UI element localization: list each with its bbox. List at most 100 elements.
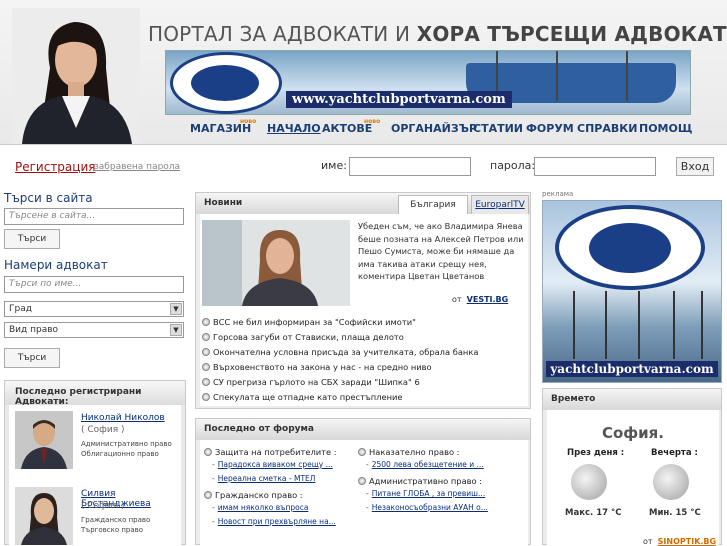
tab-bulgaria[interactable]: България <box>398 195 468 214</box>
site-search-button[interactable]: Търси <box>4 229 60 249</box>
weather-min-temp: Мин. 15 °C <box>649 508 701 518</box>
password-label: парола: <box>490 159 536 172</box>
news-item-label: Горсова загуби от Стависки, плаща делото <box>213 332 404 342</box>
moon-icon <box>653 464 689 500</box>
law-type-select[interactable]: Вид право ▼ <box>4 322 184 338</box>
tab-europarltv[interactable]: EuroparlTV <box>471 195 529 214</box>
news-item-label: СУ прегриза гърлото на СБХ заради "Шипка… <box>213 377 420 387</box>
forum-post-link[interactable]: - имам няколко въпроса <box>212 503 308 512</box>
bullet-icon <box>202 318 210 326</box>
news-item[interactable]: Окончателна условна присъда за учителкат… <box>202 347 478 357</box>
lawyer-field: Търговско право <box>81 526 144 534</box>
forum-post-link[interactable]: - Питане ГЛОБА , за превиш... <box>366 489 485 498</box>
username-label: име: <box>321 159 347 172</box>
yacht-club-ad[interactable]: yachtclubportvarna.com <box>542 200 722 383</box>
lawyer-avatar[interactable] <box>15 487 73 545</box>
moon-icon <box>571 464 607 500</box>
news-item-label: Върховенството на закона у нас - на сред… <box>213 362 432 372</box>
news-title: Новини <box>204 198 243 208</box>
forum-category-label: Гражданско право : <box>215 490 303 500</box>
yacht-club-banner[interactable]: www.yachtclubportvarna.com <box>165 50 691 115</box>
forum-post-label: Новост при прехвърляне на... <box>217 517 336 526</box>
news-item-label: ВСС не бил информиран за "Софийски имоти… <box>213 317 416 327</box>
forum-post-label: Незаконосъобразни АУАН о... <box>371 503 488 512</box>
news-source-link[interactable]: VESTI.BG <box>467 295 509 304</box>
banner-url: www.yachtclubportvarna.com <box>286 91 512 108</box>
news-item-label: Окончателна условна присъда за учителкат… <box>213 347 479 357</box>
register-link[interactable]: Регистрация <box>15 160 95 174</box>
weather-title: Времето <box>543 389 721 410</box>
find-lawyer-title: Намери адвокат <box>4 258 108 272</box>
bullet-icon <box>202 333 210 341</box>
lawyer-name-input[interactable]: Търси по име... <box>4 276 184 293</box>
forum-post-link[interactable]: - Новост при прехвърляне на... <box>212 517 336 526</box>
chevron-down-icon: ▼ <box>170 303 182 315</box>
news-panel: Новини България EuroparlTV Убеден съм, ч… <box>195 192 531 409</box>
bullet-icon <box>202 393 210 401</box>
nav-help[interactable]: ПОМОЩ <box>639 122 692 135</box>
forum-category[interactable]: Защита на потребителите : <box>204 447 337 457</box>
news-item[interactable]: СУ прегриза гърлото на СБХ заради "Шипка… <box>202 377 420 387</box>
news-source: от VESTI.BG <box>452 295 508 304</box>
forum-post-label: Питане ГЛОБА , за превиш... <box>371 489 486 498</box>
news-item-label: Спекулата ще отпадне като престъпление <box>213 392 403 402</box>
forgot-password-link[interactable]: забравена парола <box>94 162 180 172</box>
weather-evening-label: Вечерта : <box>651 448 698 458</box>
forum-post-label: имам няколко въпроса <box>217 503 309 512</box>
forum-category[interactable]: Наказателно право : <box>358 447 459 457</box>
lawyer-avatar[interactable] <box>15 411 73 469</box>
yacht-club-logo <box>170 52 282 114</box>
forum-post-label: 2500 лева обезщетение и ... <box>371 460 484 469</box>
bullet-icon <box>358 477 366 485</box>
recent-lawyers-panel: Последно регистрирани Адвокати: Николай … <box>4 380 186 546</box>
lawyer-name[interactable]: Николай Николов <box>81 413 165 423</box>
site-search-input[interactable]: Търсене в сайта... <box>4 208 184 225</box>
lawyer-woman-image <box>12 8 140 144</box>
find-lawyer-button[interactable]: Търси <box>4 348 60 368</box>
forum-post-link[interactable]: - Нереална сметка - МТЕЛ <box>212 474 315 483</box>
nav-acts-new-badge: ново <box>364 118 381 125</box>
forum-post-label: Нереална сметка - МТЕЛ <box>217 474 316 483</box>
login-button[interactable]: Вход <box>676 157 714 176</box>
portal-title-part1: ПОРТАЛ ЗА АДВОКАТИ И <box>148 22 417 46</box>
forum-post-link[interactable]: - Незаконосъобразни АУАН о... <box>366 503 488 512</box>
bullet-icon <box>204 491 212 499</box>
nav-references[interactable]: СПРАВКИ <box>577 122 637 135</box>
bullet-icon <box>204 448 212 456</box>
forum-category-label: Наказателно право : <box>369 447 460 457</box>
news-item[interactable]: Спекулата ще отпадне като престъпление <box>202 392 403 402</box>
ad-label: реклама <box>542 190 574 198</box>
news-lead-text[interactable]: Убеден съм, че ако Владимира Янева беше … <box>358 220 526 283</box>
forum-panel: Последно от форума Защита на потребители… <box>195 418 531 546</box>
lawyer-city: ( София ) <box>81 501 125 511</box>
username-input[interactable] <box>349 157 471 176</box>
news-item[interactable]: Горсова загуби от Стависки, плаща делото <box>202 332 404 342</box>
forum-category-label: Административно право : <box>369 476 483 486</box>
forum-category[interactable]: Административно право : <box>358 476 482 486</box>
weather-today-label: През деня : <box>567 448 625 458</box>
forum-title: Последно от форума <box>196 419 530 440</box>
city-select-value: Град <box>9 304 32 314</box>
portal-title: ПОРТАЛ ЗА АДВОКАТИ И ХОРА ТЪРСЕЩИ АДВОКА… <box>148 22 727 46</box>
nav-articles[interactable]: СТАТИИ <box>473 122 523 135</box>
nav-home[interactable]: НАЧАЛО <box>267 122 321 135</box>
ad-url: yachtclubportvarna.com <box>546 361 718 377</box>
nav-organizer[interactable]: ОРГАНАЙЗЪР <box>391 122 477 135</box>
password-input[interactable] <box>534 157 656 176</box>
city-select[interactable]: Град ▼ <box>4 301 184 317</box>
forum-category[interactable]: Гражданско право : <box>204 490 303 500</box>
weather-max-temp: Макс. 17 °C <box>565 508 622 518</box>
portal-title-part2: ХОРА ТЪРСЕЩИ АДВОКАТИ <box>416 22 727 46</box>
forum-post-link[interactable]: -2500 лева обезщетение и ... <box>366 460 484 469</box>
chevron-down-icon: ▼ <box>170 324 182 336</box>
law-type-select-value: Вид право <box>9 325 59 335</box>
news-source-prefix: от <box>452 295 462 304</box>
news-photo[interactable] <box>202 220 350 306</box>
weather-panel: Времето София. През деня : Вечерта : Мак… <box>542 388 722 546</box>
news-item[interactable]: Върховенството на закона у нас - на сред… <box>202 362 432 372</box>
forum-category-label: Защита на потребителите : <box>215 447 337 457</box>
news-item[interactable]: ВСС не бил информиран за "Софийски имоти… <box>202 317 416 327</box>
forum-post-link[interactable]: - Парадокса виваком срещу ... <box>212 460 333 469</box>
forum-post-label: Парадокса виваком срещу ... <box>217 460 333 469</box>
nav-forum[interactable]: ФОРУМ <box>526 122 574 135</box>
